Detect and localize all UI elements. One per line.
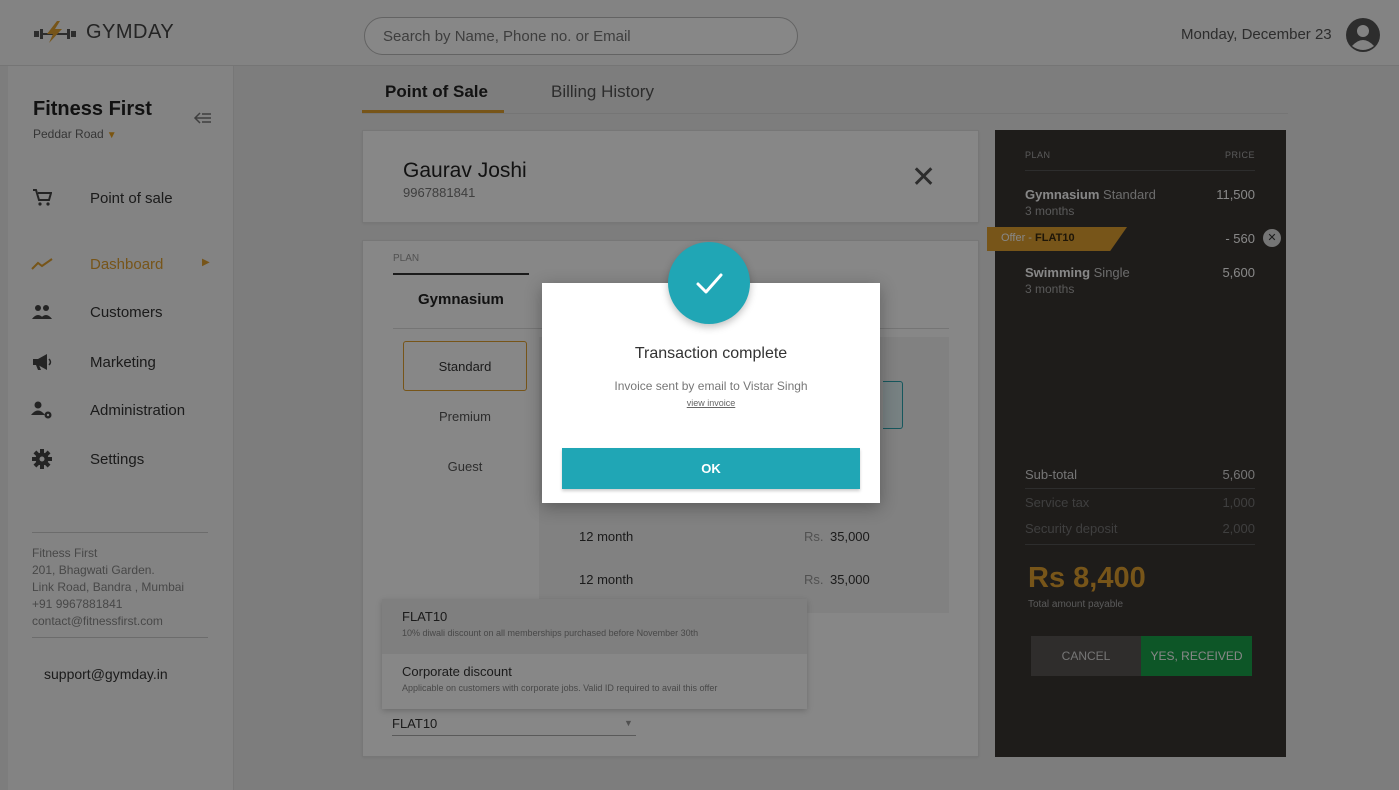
modal-subtitle: Invoice sent by email to Vistar Singh [614,379,808,393]
view-invoice-link[interactable]: view invoice [542,398,880,408]
ok-button[interactable]: OK [562,448,860,489]
success-check-icon [668,242,750,324]
modal-title: Transaction complete [634,345,788,362]
